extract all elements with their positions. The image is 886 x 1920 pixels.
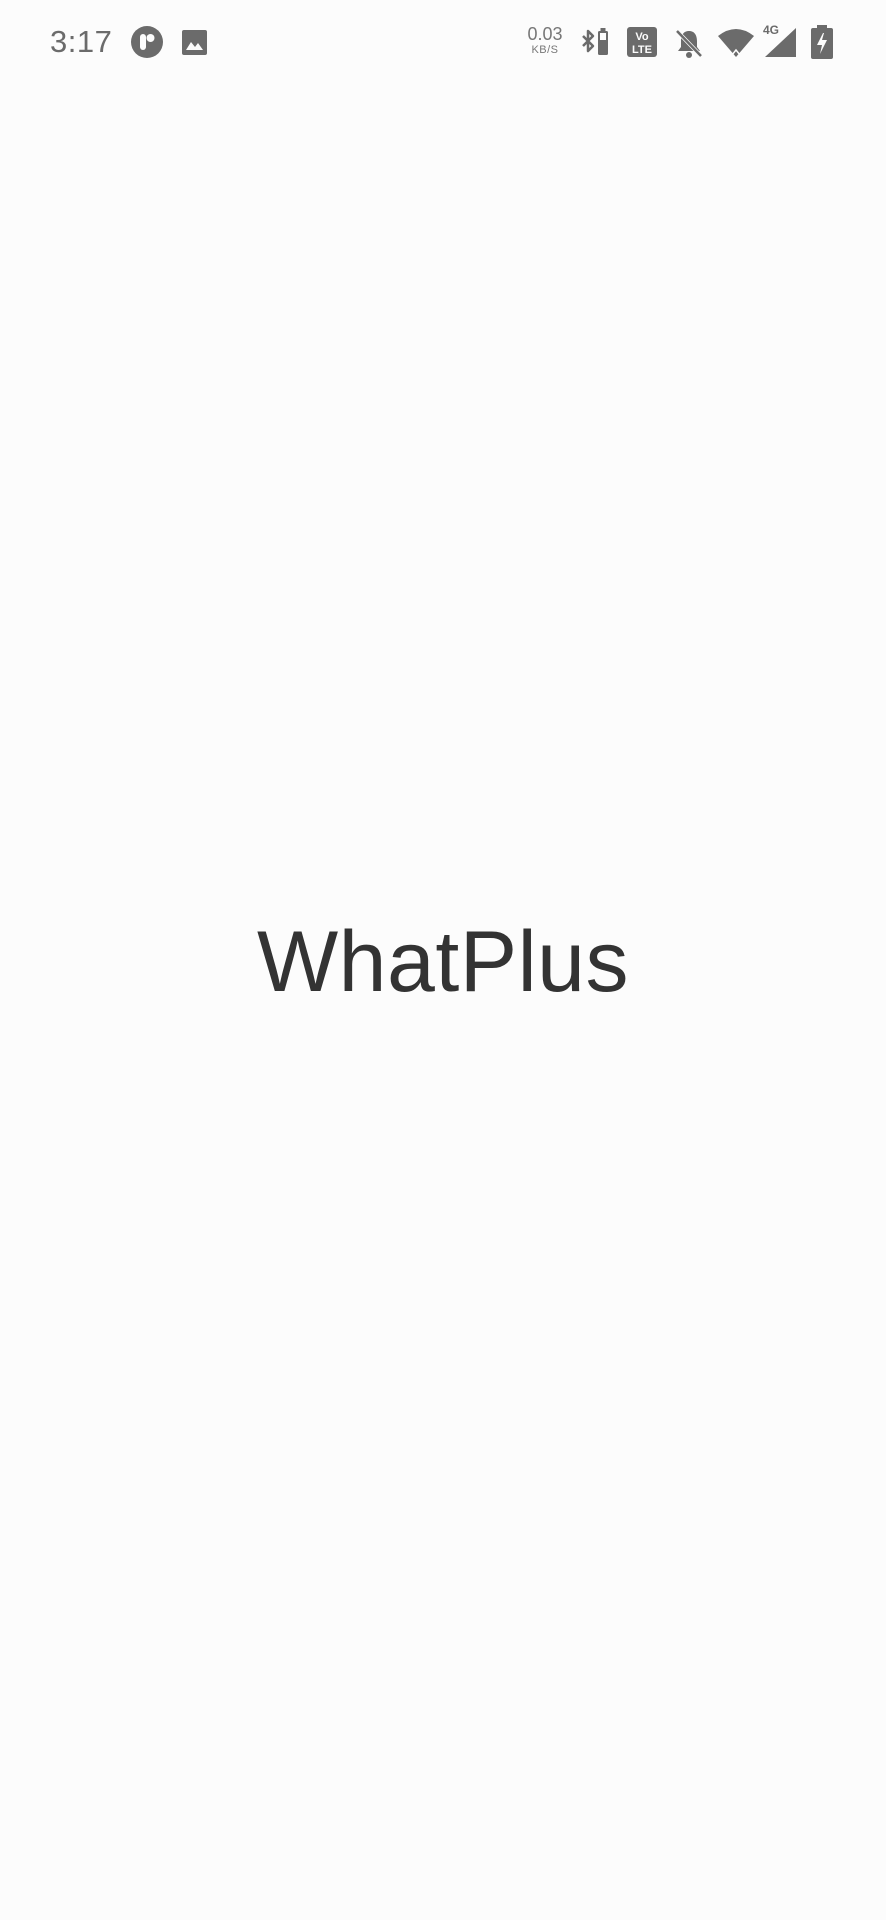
assistant-app-icon — [131, 26, 163, 58]
network-speed-unit: KB/S — [531, 44, 559, 56]
svg-text:LTE: LTE — [632, 44, 652, 56]
app-name-title: WhatPlus — [256, 914, 630, 1010]
svg-text:Vo: Vo — [635, 31, 649, 43]
signal-icon: 4G — [762, 22, 798, 58]
battery-charging-icon — [811, 25, 833, 59]
network-type-label: 4G — [763, 23, 779, 37]
network-speed: 0.03 KB/S — [524, 24, 566, 56]
status-time: 3:17 — [50, 24, 113, 59]
network-speed-value: 0.03 — [527, 24, 563, 44]
bluetooth-icon — [579, 26, 611, 58]
wifi-icon — [718, 28, 754, 58]
volte-icon: Vo LTE — [627, 27, 657, 57]
gallery-icon — [181, 29, 208, 56]
notifications-off-icon — [673, 27, 705, 59]
status-bar: 3:17 0.03 KB/S Vo LTE 4G — [0, 0, 886, 84]
